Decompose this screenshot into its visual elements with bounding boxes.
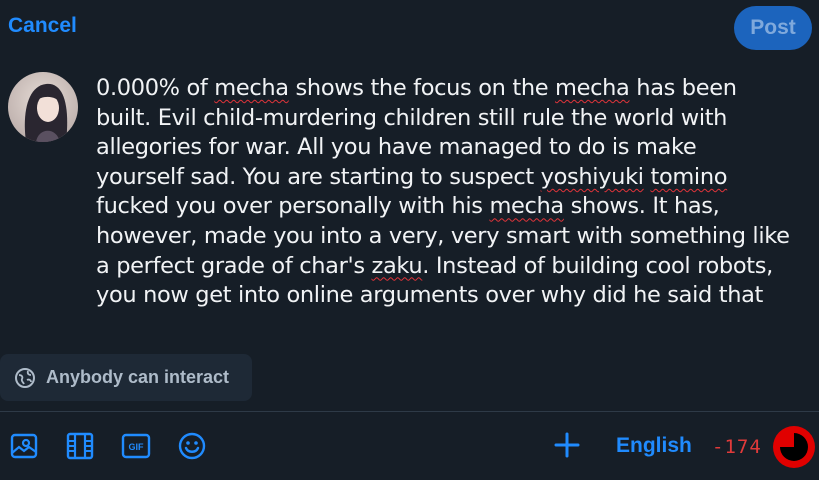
text-segment: a perfect grade of char's — [96, 252, 372, 279]
misspelled-word: yoshiyuki — [540, 163, 644, 190]
divider — [0, 411, 819, 412]
text-segment: . Instead of building cool robots, — [422, 252, 773, 279]
text-segment: however, made you into a very, very smar… — [96, 222, 790, 249]
emoji-icon[interactable] — [177, 431, 207, 461]
post-button[interactable]: Post — [734, 6, 812, 50]
misspelled-word: mecha — [555, 75, 630, 101]
post-text-line: allegories for war. All you have managed… — [96, 133, 796, 163]
text-segment: yourself sad. You are starting to suspec… — [96, 163, 541, 190]
interaction-settings-button[interactable]: Anybody can interact — [0, 354, 252, 401]
text-segment: fucked you over personally with his — [96, 193, 490, 220]
cancel-button[interactable]: Cancel — [8, 14, 77, 38]
image-icon[interactable] — [9, 431, 39, 461]
language-selector[interactable]: English — [616, 434, 692, 458]
text-segment: allegories for war. All you have managed… — [96, 134, 697, 161]
misspelled-word: mecha — [214, 75, 289, 101]
post-text-line: built. Evil child-murdering children sti… — [96, 104, 796, 134]
post-text-line: a perfect grade of char's zaku. Instead … — [96, 252, 796, 282]
post-text-line: fucked you over personally with his mech… — [96, 192, 796, 222]
misspelled-word: tomino — [650, 163, 728, 190]
video-icon[interactable] — [65, 431, 95, 461]
text-segment: 0.000% of — [96, 75, 215, 101]
gif-icon[interactable]: GIF — [121, 431, 151, 461]
plus-icon[interactable] — [552, 430, 582, 460]
svg-text:GIF: GIF — [129, 442, 145, 452]
globe-icon — [15, 367, 35, 388]
character-limit-ring — [773, 426, 815, 468]
character-count: -174 — [712, 436, 762, 458]
post-text-line: you now get into online arguments over w… — [96, 281, 796, 311]
misspelled-word: zaku — [371, 252, 423, 279]
avatar[interactable] — [8, 72, 78, 142]
post-text-line: yourself sad. You are starting to suspec… — [96, 163, 796, 193]
composer-header: Cancel Post — [0, 0, 819, 60]
post-text-line: 0.000% of mecha shows the focus on the m… — [96, 74, 796, 104]
post-text-line: however, made you into a very, very smar… — [96, 222, 796, 252]
text-segment: you now get into online arguments over w… — [96, 282, 764, 309]
misspelled-word: mecha — [489, 193, 564, 220]
interaction-label: Anybody can interact — [46, 367, 230, 387]
text-segment: built. Evil child-murdering children sti… — [96, 104, 728, 131]
text-segment: shows. It has, — [563, 193, 720, 220]
text-segment: has been — [629, 75, 737, 101]
text-segment: shows the focus on the — [288, 75, 556, 101]
post-text-field[interactable]: 0.000% of mecha shows the focus on the m… — [96, 74, 796, 311]
